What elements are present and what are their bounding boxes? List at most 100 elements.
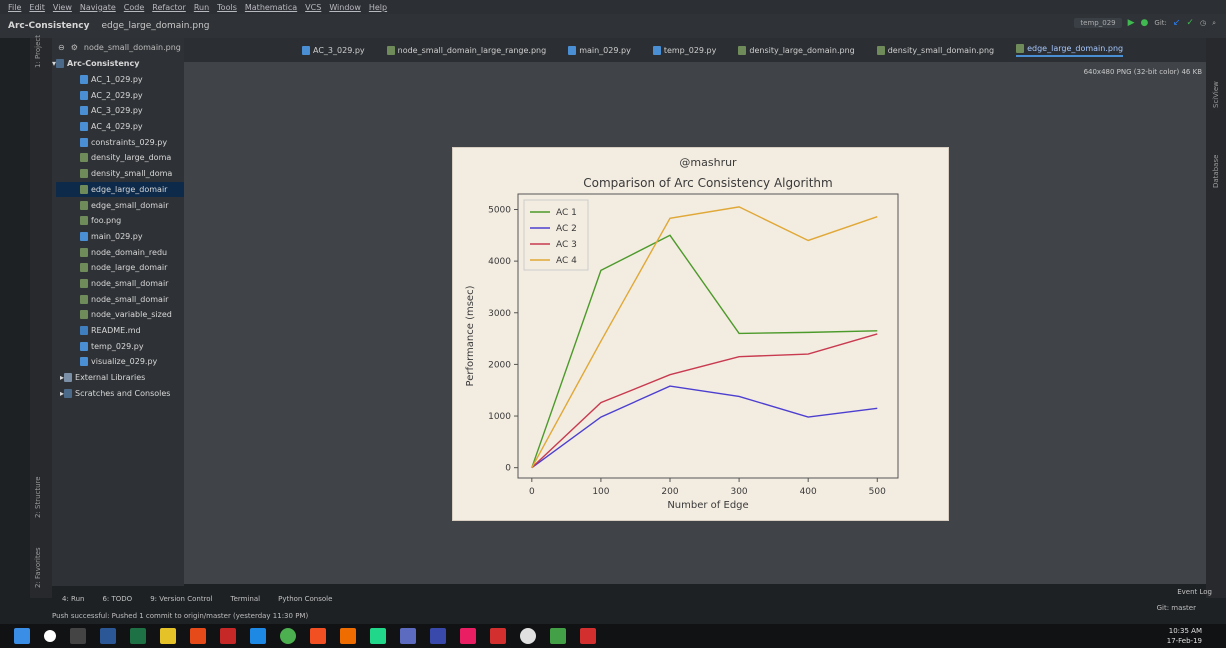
editor-tab[interactable]: AC_3_029.py <box>302 45 365 55</box>
structure-tool-tab[interactable]: 2: Structure <box>34 476 42 518</box>
menu-item[interactable]: Window <box>329 3 361 12</box>
tree-root[interactable]: ▾ Arc-Consistency <box>52 56 184 72</box>
menu-item[interactable]: Tools <box>217 3 237 12</box>
editor-tab[interactable]: density_small_domain.png <box>876 45 994 55</box>
tree-item[interactable]: edge_large_domair <box>56 181 184 198</box>
python-file-icon <box>80 137 88 147</box>
menu-item[interactable]: Code <box>124 3 144 12</box>
vcs-commit-icon[interactable]: ✓ <box>1186 18 1194 28</box>
app2-icon[interactable] <box>400 628 416 644</box>
folder-icon <box>56 59 65 69</box>
event-log-button[interactable]: Event Log <box>1177 588 1212 596</box>
toolbar-file-label: node_small_domain.png <box>83 42 181 52</box>
breadcrumb-file[interactable]: edge_large_domain.png <box>101 21 209 31</box>
tree-item-label: density_small_doma <box>91 169 173 179</box>
app4-icon[interactable] <box>460 628 476 644</box>
menu-item[interactable]: Refactor <box>152 3 186 12</box>
tree-item[interactable]: edge_small_domair <box>56 197 184 213</box>
menu-item[interactable]: Run <box>194 3 209 12</box>
favorites-tool-tab[interactable]: 2: Favorites <box>34 547 42 588</box>
project-tree: AC_1_029.py AC_2_029.py AC_3_029.py AC_4_02… <box>52 72 184 401</box>
store-icon[interactable] <box>310 628 326 644</box>
search-icon[interactable]: ⌕ <box>1212 19 1216 28</box>
menu-item[interactable]: Help <box>369 3 387 12</box>
tool-window-button[interactable]: Python Console <box>278 595 332 603</box>
media-icon[interactable] <box>220 628 236 644</box>
image-file-icon <box>80 200 88 210</box>
database-tool-tab[interactable]: Database <box>1212 155 1220 188</box>
python-file-icon <box>80 106 88 116</box>
menu-item[interactable]: Mathematica <box>245 3 297 12</box>
tree-item-label: density_large_doma <box>91 153 172 163</box>
app3-icon[interactable] <box>430 628 446 644</box>
search-circle-icon[interactable] <box>44 630 56 642</box>
settings-icon[interactable]: ⚙ <box>71 43 78 52</box>
tree-item[interactable]: temp_029.py <box>56 338 184 354</box>
menu-item[interactable]: File <box>8 3 21 12</box>
run-icon[interactable]: ▶ <box>1128 18 1135 28</box>
tree-item[interactable]: AC_2_029.py <box>56 87 184 103</box>
menu-item[interactable]: Navigate <box>80 3 116 12</box>
tool-window-button[interactable]: 4: Run <box>62 595 84 603</box>
tree-item-label: main_029.py <box>91 231 143 241</box>
scratches-item[interactable]: ▸ Scratches and Consoles <box>56 385 184 401</box>
excel-icon[interactable] <box>130 628 146 644</box>
tool-window-button[interactable]: 6: TODO <box>102 595 132 603</box>
tree-item[interactable]: node_small_domair <box>56 276 184 292</box>
tree-item[interactable]: node_variable_sized <box>56 307 184 323</box>
system-tray-clock[interactable]: 10:35 AM 17-Feb-19 <box>1167 626 1202 646</box>
menu-item[interactable]: View <box>53 3 72 12</box>
history-icon[interactable]: ◷ <box>1200 19 1206 27</box>
editor-tab[interactable]: edge_large_domain.png <box>1016 43 1124 57</box>
left-tool-strip: 1: Project 2: Structure 2: Favorites <box>30 35 52 598</box>
project-tool-tab[interactable]: 1: Project <box>34 35 42 68</box>
word-icon[interactable] <box>100 628 116 644</box>
tree-item-label: foo.png <box>91 216 122 226</box>
pdf-icon[interactable] <box>580 628 596 644</box>
windows-start-icon[interactable] <box>14 628 30 644</box>
git-label: Git: <box>1154 19 1167 27</box>
external-libraries-item[interactable]: ▸ External Libraries <box>56 370 184 386</box>
collapse-icon[interactable]: ⊖ <box>58 43 65 52</box>
debug-icon[interactable]: ● <box>1141 18 1149 28</box>
edge-browser-icon[interactable] <box>250 628 266 644</box>
tree-item[interactable]: foo.png <box>56 213 184 229</box>
app7-icon[interactable] <box>550 628 566 644</box>
pycharm-icon[interactable] <box>370 628 386 644</box>
menu-item[interactable]: Edit <box>29 3 45 12</box>
breadcrumb-project[interactable]: Arc-Consistency <box>8 21 89 31</box>
tree-item[interactable]: AC_3_029.py <box>56 103 184 119</box>
editor-tab-label: edge_large_domain.png <box>1027 43 1124 53</box>
menu-item[interactable]: VCS <box>305 3 321 12</box>
tree-item[interactable]: constraints_029.py <box>56 134 184 150</box>
image-file-icon <box>386 45 395 55</box>
run-config-select[interactable]: temp_029 <box>1074 18 1122 28</box>
sciview-tool-tab[interactable]: SciView <box>1212 81 1220 108</box>
sublime-icon[interactable] <box>340 628 356 644</box>
editor-tab[interactable]: node_small_domain_large_range.png <box>386 45 546 55</box>
app6-icon[interactable] <box>520 628 536 644</box>
tree-item[interactable]: AC_1_029.py <box>56 72 184 88</box>
tree-item[interactable]: density_large_doma <box>56 150 184 166</box>
tree-item[interactable]: README.md <box>56 323 184 339</box>
tree-item[interactable]: node_large_domair <box>56 260 184 276</box>
tool-window-button[interactable]: Terminal <box>231 595 261 603</box>
editor-tab[interactable]: main_029.py <box>568 45 631 55</box>
task-view-icon[interactable] <box>70 628 86 644</box>
tree-item[interactable]: density_small_doma <box>56 166 184 182</box>
tree-item[interactable]: node_small_domair <box>56 291 184 307</box>
tree-item[interactable]: AC_4_029.py <box>56 119 184 135</box>
chrome-icon[interactable] <box>280 628 296 644</box>
editor-tab[interactable]: density_large_domain.png <box>738 45 855 55</box>
app-icon[interactable] <box>190 628 206 644</box>
git-branch[interactable]: Git: master <box>1157 604 1196 612</box>
tree-item[interactable]: node_domain_redu <box>56 244 184 260</box>
tree-item[interactable]: visualize_029.py <box>56 354 184 370</box>
editor-tab[interactable]: temp_029.py <box>652 45 716 55</box>
legend-label: AC 3 <box>556 240 577 250</box>
vcs-update-icon[interactable]: ↙ <box>1173 18 1181 28</box>
app5-icon[interactable] <box>490 628 506 644</box>
tree-item[interactable]: main_029.py <box>56 229 184 245</box>
sticky-notes-icon[interactable] <box>160 628 176 644</box>
tool-window-button[interactable]: 9: Version Control <box>150 595 212 603</box>
